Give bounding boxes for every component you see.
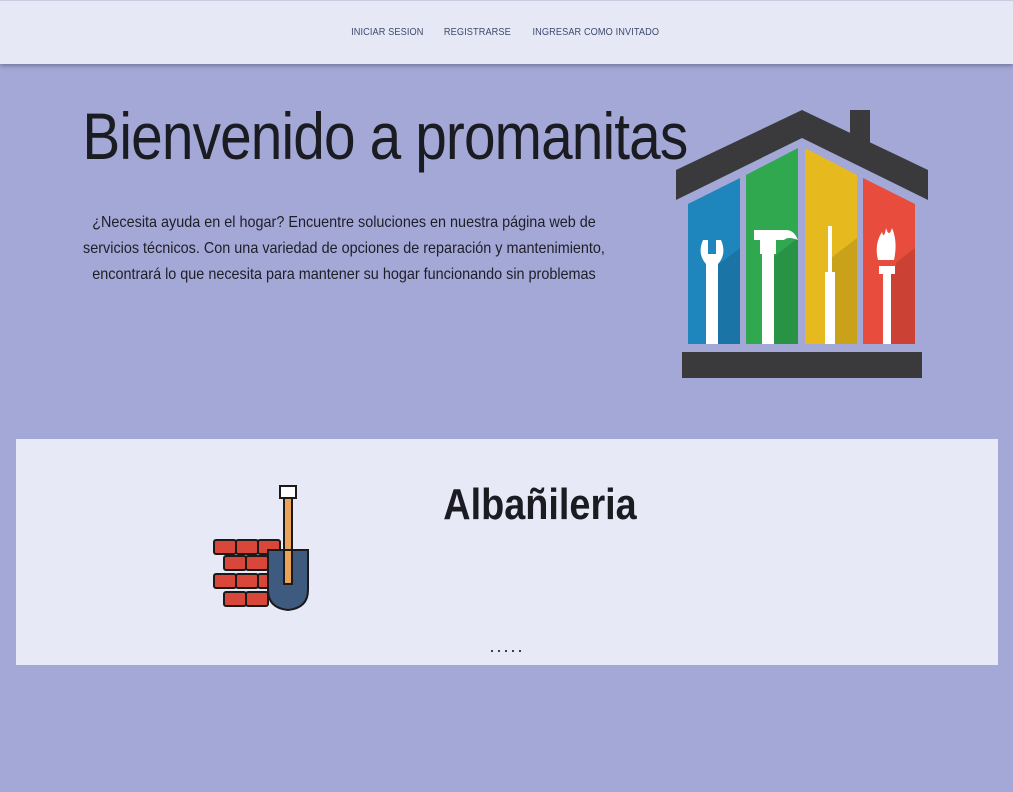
login-link[interactable]: INICIAR SESION xyxy=(351,27,423,38)
hero-title: Bienvenido a promanitas xyxy=(82,99,688,173)
service-card-albanileria[interactable] xyxy=(16,439,998,665)
service-more-text: ..... xyxy=(489,636,525,656)
bricks-shovel-icon xyxy=(213,485,309,612)
top-navbar: INICIAR SESION REGISTRARSE INGRESAR COMO… xyxy=(0,0,1013,64)
service-title: Albañileria xyxy=(443,480,637,529)
register-link[interactable]: REGISTRARSE xyxy=(444,27,511,38)
house-tools-icon xyxy=(676,110,928,378)
hero-description: ¿Necesita ayuda en el hogar? Encuentre s… xyxy=(83,214,605,283)
guest-login-link[interactable]: INGRESAR COMO INVITADO xyxy=(533,27,660,38)
